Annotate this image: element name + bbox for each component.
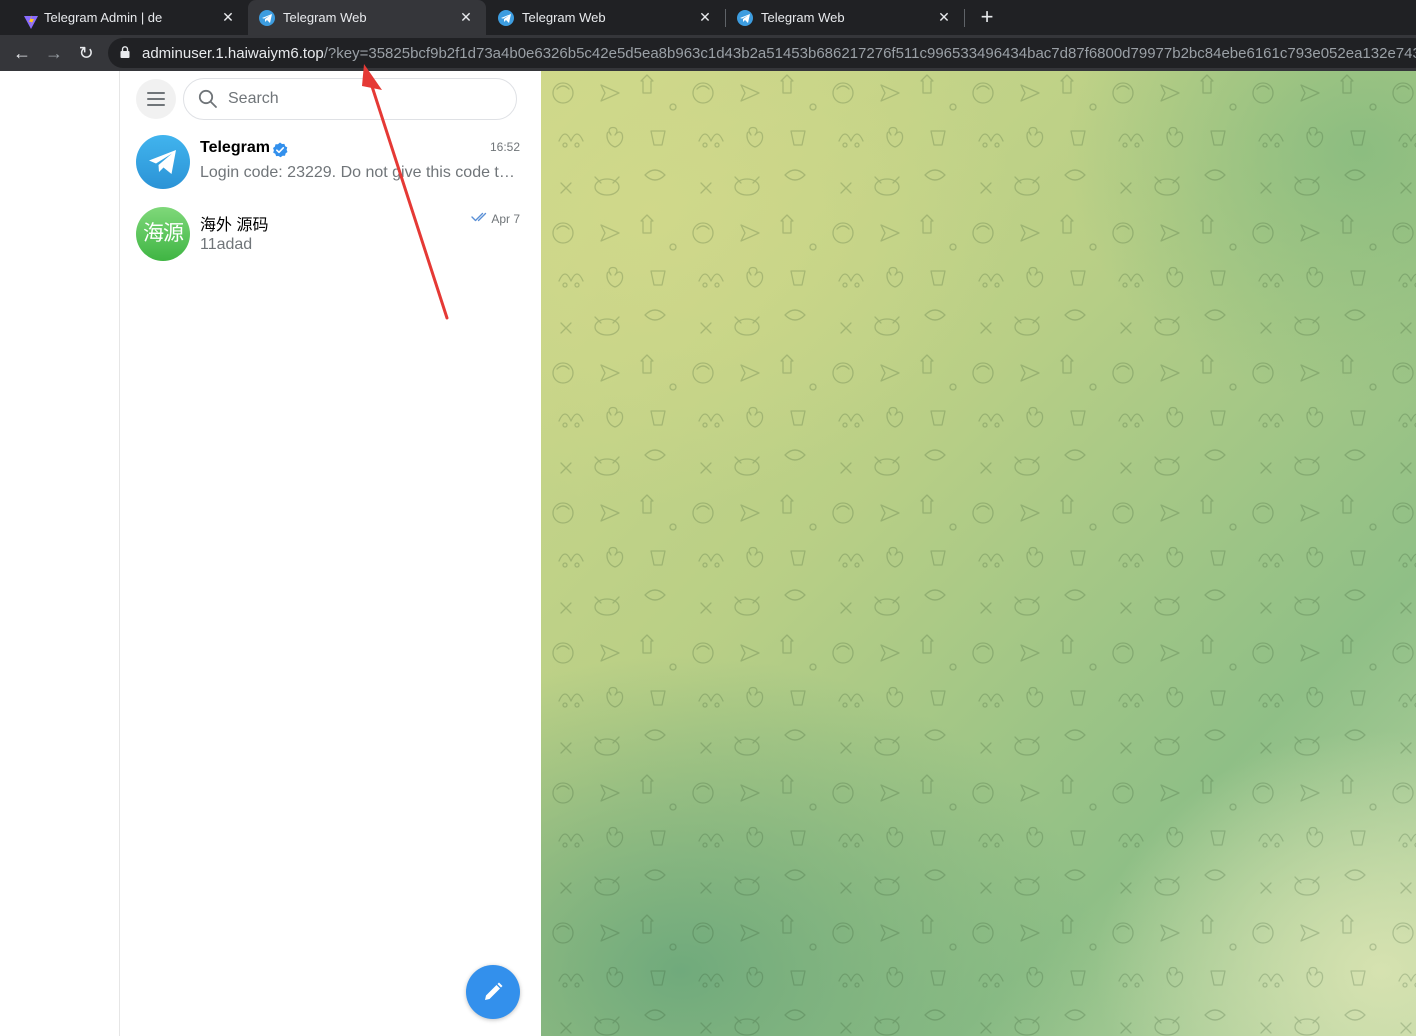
telegram-icon [149,150,176,174]
telegram-icon [259,10,275,26]
chat-time: 16:52 [489,140,520,154]
reload-button[interactable]: ↻ [74,41,98,65]
chat-name: 海外 源码 [200,217,269,234]
chat-background [541,71,1416,1036]
pencil-icon [485,982,503,1000]
tab-telegram-web-active[interactable]: Telegram Web ✕ [248,0,486,35]
tab-title: Telegram Admin | de [44,10,163,25]
verified-badge-icon [273,142,288,158]
tab-close-icon[interactable]: ✕ [936,9,952,25]
search-input[interactable]: Search [228,90,279,108]
tab-separator [964,9,965,27]
tab-title: Telegram Web [522,10,606,25]
tab-title: Telegram Web [283,10,367,25]
new-message-button[interactable] [466,965,520,1019]
tab-telegram-web-2[interactable]: Telegram Web ✕ [487,0,725,35]
doodle-pattern [541,71,1416,1036]
annotation-arrow-icon [362,64,449,320]
double-check-icon [471,212,487,222]
forward-button[interactable]: → [42,41,66,65]
url-text[interactable]: adminuser.1.haiwaiym6.top/?key=35825bcf9… [142,45,1416,62]
url-path: /?key=35825bcf9b2f1d73a4b0e6326b5c42e5d5… [323,45,1416,62]
telegram-icon [737,10,753,26]
pane-border [119,71,120,1036]
hamburger-icon [147,92,165,94]
tab-close-icon[interactable]: ✕ [697,9,713,25]
chat-name: Telegram [200,139,270,156]
lock-icon [120,46,130,58]
tab-title: Telegram Web [761,10,845,25]
chat-item-haiwai-yuanma[interactable]: 海源 海外 源码 Apr 7 11adad [128,199,532,271]
telegram-icon [498,10,514,26]
chat-avatar: 海源 [136,207,190,261]
tab-close-icon[interactable]: ✕ [458,9,474,25]
url-host: adminuser.1.haiwaiym6.top [142,45,324,62]
new-tab-button[interactable]: + [976,6,998,28]
tab-close-icon[interactable]: ✕ [220,9,236,25]
tab-telegram-web-3[interactable]: Telegram Web ✕ [726,0,964,35]
search-icon [198,89,217,108]
main-menu-button[interactable] [136,79,176,119]
tab-telegram-admin[interactable]: Telegram Admin | de ✕ [0,0,248,35]
address-bar[interactable]: adminuser.1.haiwaiym6.top/?key=35825bcf9… [108,38,1416,68]
vite-logo-icon [20,10,38,29]
browser-tab-strip: Telegram Admin | de ✕ Telegram Web ✕ Tel… [0,0,1416,35]
back-button[interactable]: ← [10,41,34,65]
chat-time: Apr 7 [491,212,520,226]
telegram-avatar [136,135,190,189]
chat-item-telegram[interactable]: Telegram 16:52 Login code: 23229. Do not… [128,127,532,199]
browser-toolbar: ← → ↻ adminuser.1.haiwaiym6.top/?key=358… [0,35,1416,71]
